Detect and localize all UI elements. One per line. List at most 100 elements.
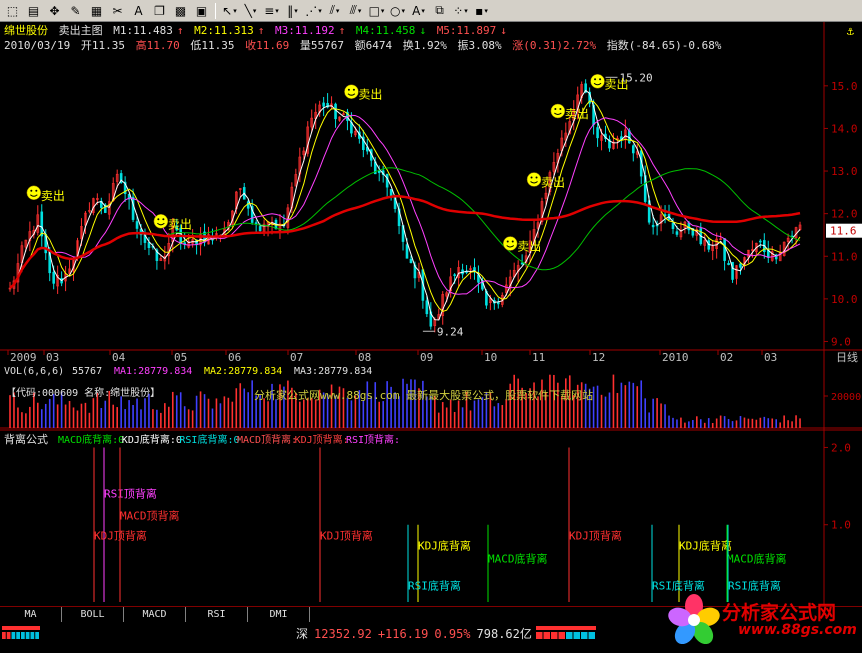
tab-boll[interactable]: BOLL xyxy=(62,607,124,622)
strength-left-cell xyxy=(2,632,6,639)
strength-right-cell xyxy=(543,632,550,639)
hline-tool-icon[interactable]: ≡ ▾ xyxy=(261,2,282,20)
sell-signal-label: 卖出 xyxy=(565,107,589,121)
volume-pane: VOL(6,6,6) 55767 MA1:28779.834 MA2:28779.83… xyxy=(0,366,862,429)
div-signal-label: RSI顶背离 xyxy=(104,486,157,500)
ma2-line xyxy=(9,100,801,312)
palette-icon[interactable]: ⁘ ▾ xyxy=(450,2,471,20)
strength-right-cell xyxy=(573,632,580,639)
draw-icon[interactable]: ✎ xyxy=(65,2,86,20)
smiley-eye xyxy=(535,176,538,179)
period-tool-icon[interactable]: ‖ ▾ xyxy=(282,2,303,20)
tab-dmi[interactable]: DMI xyxy=(248,607,310,622)
strength-right-cell xyxy=(588,632,595,639)
ma3-line xyxy=(9,114,801,295)
candle-body xyxy=(258,226,262,232)
smiley-eye xyxy=(30,189,33,192)
div-signal-label: KDJ底背离 xyxy=(679,539,732,553)
candles xyxy=(8,79,802,333)
select-icon[interactable]: ⬚ xyxy=(2,2,23,20)
smiley-eye xyxy=(511,240,514,243)
candle-body xyxy=(675,231,679,235)
grid-icon[interactable]: ▦ xyxy=(86,2,107,20)
smiley-eye xyxy=(162,218,165,221)
candle-body xyxy=(52,271,55,284)
divergence-pane: 背离公式 MACD底背离:0KDJ底背离:0RSI底背离:0MACD顶背离:KDJ… xyxy=(0,429,862,602)
candle-body xyxy=(409,258,413,263)
sell-signal-label: 卖出 xyxy=(168,217,192,231)
candle-body xyxy=(135,221,139,229)
tab-macd[interactable]: MACD xyxy=(124,607,186,622)
candle-body xyxy=(759,240,762,243)
vol-watermark: 分析家公式网www.88gs.com 最新最大股票公式，股票软件下载网站 xyxy=(254,388,593,402)
smiley-eye xyxy=(599,78,602,81)
sell-signal-icon: 卖出 xyxy=(590,74,629,91)
div-legend-label: KDJ底背离:0 xyxy=(122,433,182,446)
ellipse-tool-icon[interactable]: ○ ▾ xyxy=(387,2,408,20)
candle-body xyxy=(520,262,524,265)
y-tick-label: 11.0 xyxy=(831,250,858,263)
cursor-arrow-icon[interactable]: ↖ ▾ xyxy=(219,2,240,20)
vol-tick-label: 20000 xyxy=(831,392,861,403)
div-signal-label: MACD底背离 xyxy=(488,552,548,566)
vol-ma2: MA2:28779.834 xyxy=(204,366,282,377)
candle-body xyxy=(723,238,726,261)
vol-label: VOL(6,6,6) xyxy=(4,366,64,377)
strength-left-top xyxy=(2,626,40,630)
div-legend-label: MACD顶背离: xyxy=(237,433,297,446)
save-icon[interactable]: ▣ xyxy=(191,2,212,20)
div-signal-label: KDJ顶背离 xyxy=(320,528,373,542)
line-tool-icon[interactable]: ╲ ▾ xyxy=(240,2,261,20)
x-tick-label: 09 xyxy=(420,351,433,364)
vol-value: 55767 xyxy=(72,366,102,377)
x-tick-label: 06 xyxy=(228,351,241,364)
x-tick-label: 2009 xyxy=(10,351,37,364)
image-tool-icon[interactable]: ⧉ xyxy=(429,2,450,20)
chart-area[interactable]: 15.0 14.0 13.0 12.0 11.0 10.0 9.0 2009 03 04 05 06 0… xyxy=(0,22,862,606)
channel-tool-icon[interactable]: ⫻ ▾ xyxy=(345,2,366,20)
copy-icon[interactable]: ❐ xyxy=(149,2,170,20)
strength-left-cell xyxy=(30,632,35,639)
smiley-eye xyxy=(530,176,533,179)
strength-left-cell xyxy=(35,632,39,639)
ma1-line xyxy=(9,89,801,321)
candle-body xyxy=(596,127,599,139)
div-signal-label: KDJ顶背离 xyxy=(94,528,147,542)
font-tool-icon[interactable]: A ▾ xyxy=(408,2,429,20)
chart-icon[interactable]: ▤ xyxy=(23,2,44,20)
fan-tool-icon[interactable]: ⋰ ▾ xyxy=(303,2,324,20)
candle-body xyxy=(246,201,250,209)
candle-body xyxy=(687,222,691,231)
market-turnover: 798.62亿 xyxy=(476,627,532,641)
x-tick-label: 08 xyxy=(358,351,371,364)
candle-body xyxy=(631,145,635,154)
low-annotation: 9.24 xyxy=(437,325,464,338)
vol-ma1: MA1:28779.834 xyxy=(114,366,192,377)
candle-body xyxy=(425,300,429,315)
tab-ma[interactable]: MA xyxy=(0,607,62,622)
text-icon[interactable]: A xyxy=(128,2,149,20)
toolbar: ⬚ ▤ ✥ ✎ ▦ ✂ A ❐ ▩ ▣ ↖ ▾ ╲ ▾ ≡ ▾ ‖ ▾ ⋰ ▾ ⫽ ▾ ⫻ ▾… xyxy=(0,0,862,22)
rectangle-tool-icon[interactable]: □ ▾ xyxy=(366,2,387,20)
smiley-eye xyxy=(347,88,350,91)
disk-icon[interactable]: ▪ ▾ xyxy=(471,2,492,20)
x-tick-label: 07 xyxy=(290,351,303,364)
strength-right-cell xyxy=(566,632,573,639)
x-tick-label: 03 xyxy=(46,351,59,364)
candle-body xyxy=(377,170,381,174)
cut-icon[interactable]: ✂ xyxy=(107,2,128,20)
y-tick-label: 14.0 xyxy=(831,122,858,135)
sell-signal-icon: 卖出 xyxy=(550,103,589,121)
sell-signal-icon: 卖出 xyxy=(344,84,382,102)
smiley-face xyxy=(26,185,42,201)
tab-rsi[interactable]: RSI xyxy=(186,607,248,622)
smiley-eye xyxy=(554,108,557,111)
y-tick-label: 9.0 xyxy=(831,335,851,348)
fibonacci-tool-icon[interactable]: ⫽ ▾ xyxy=(324,2,345,20)
candle-body xyxy=(671,222,675,229)
div-legend-label: MACD底背离:0 xyxy=(58,433,124,446)
candle-body xyxy=(497,302,500,305)
y-tick-label: 13.0 xyxy=(831,165,858,178)
crosshair-icon[interactable]: ✥ xyxy=(44,2,65,20)
color-icon[interactable]: ▩ xyxy=(170,2,191,20)
